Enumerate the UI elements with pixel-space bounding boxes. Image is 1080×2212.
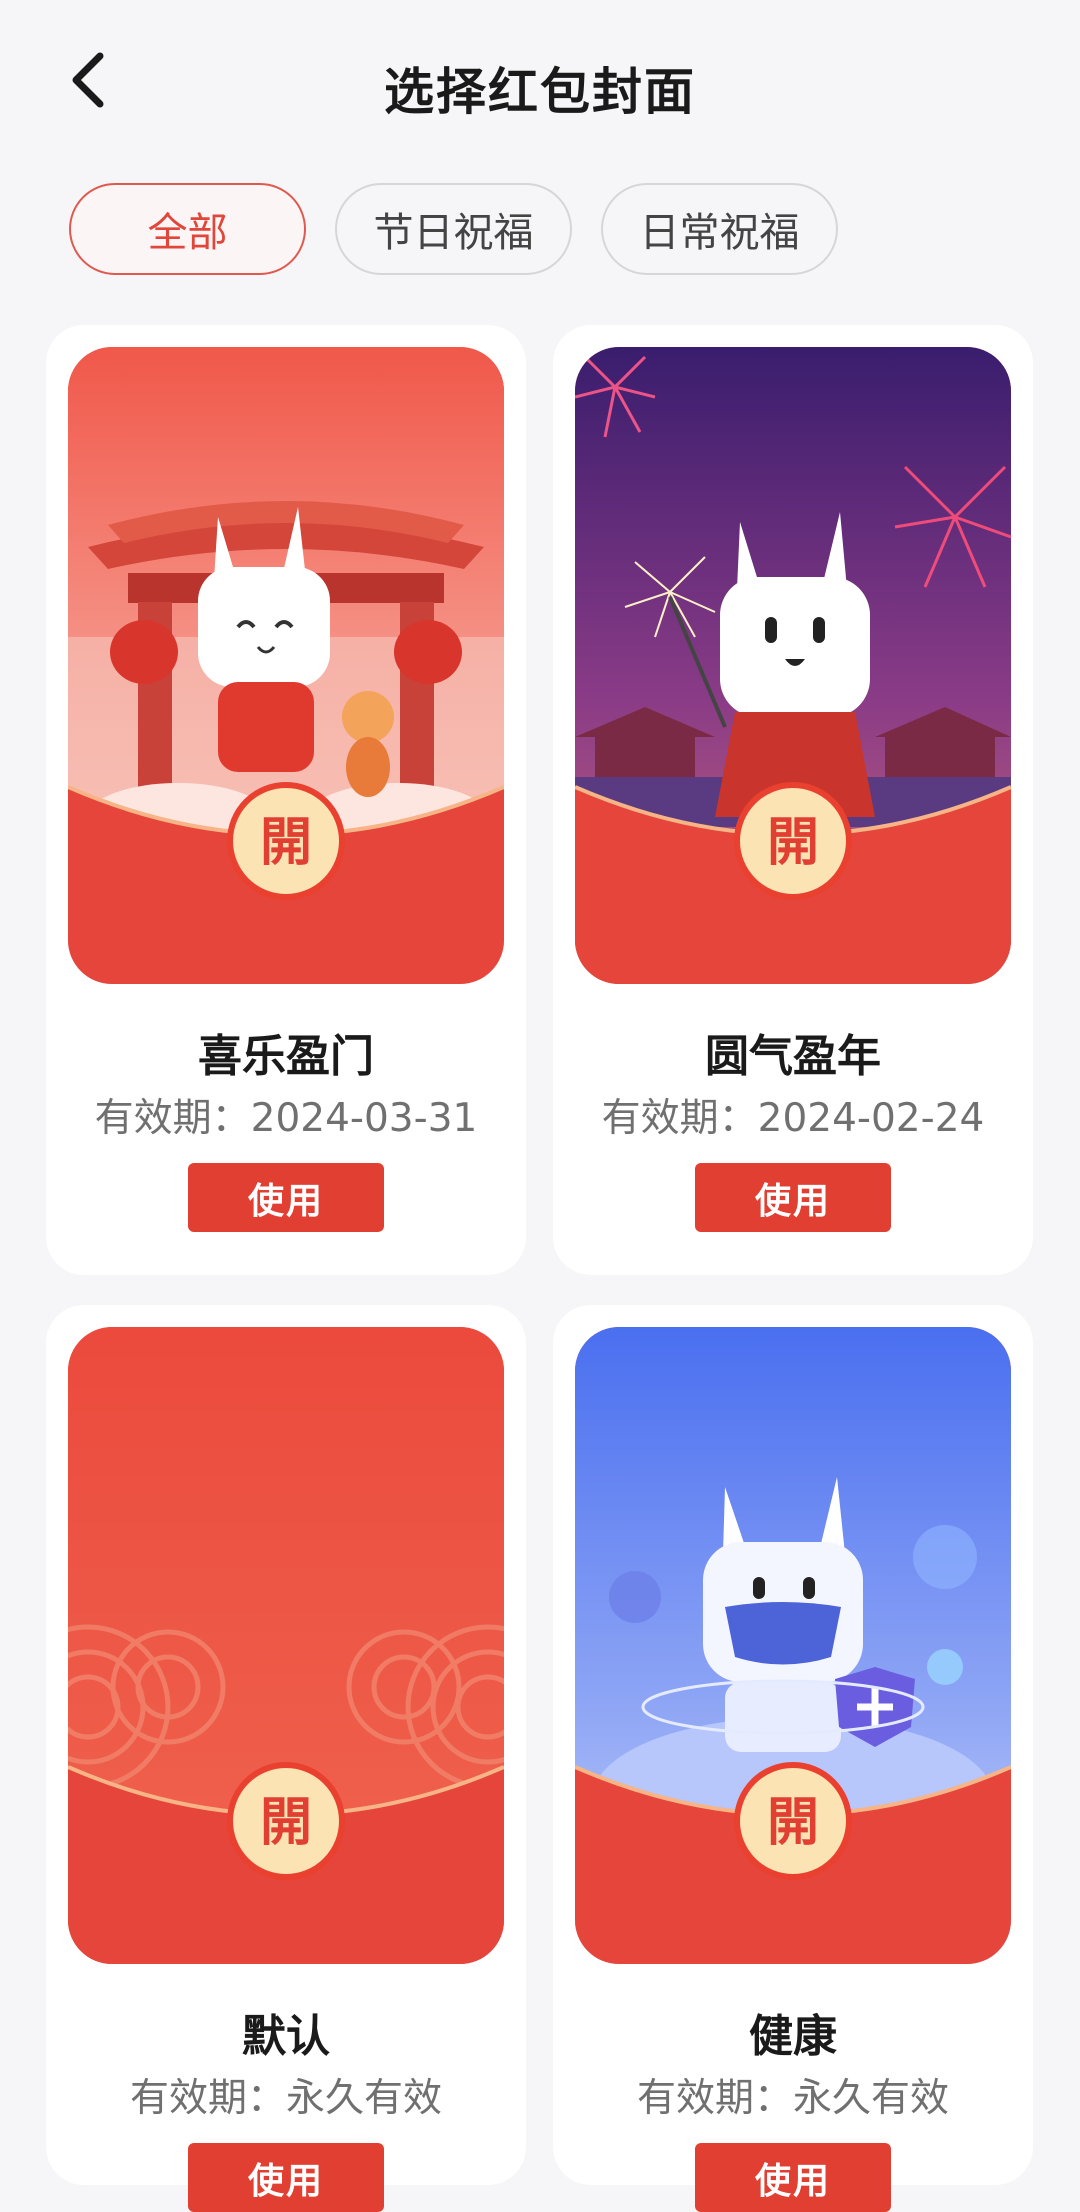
cover-card[interactable]: 開 圆气盈年 有效期：2024-02-24 使用	[553, 325, 1033, 1275]
cover-name: 喜乐盈门	[198, 1031, 374, 1082]
cover-name: 健康	[749, 2011, 837, 2062]
cover-validity: 有效期：永久有效	[636, 2076, 949, 2121]
open-seal-label: 開	[766, 1792, 819, 1853]
cover-name: 默认	[242, 2011, 330, 2062]
use-button[interactable]: 使用	[695, 2143, 891, 2212]
cover-validity: 有效期：2024-03-31	[94, 1096, 478, 1141]
header: 选择红包封面	[0, 0, 1080, 170]
open-seal-label: 開	[766, 812, 819, 873]
open-seal-label: 開	[259, 1792, 312, 1853]
page-title: 选择红包封面	[384, 63, 696, 121]
cover-card[interactable]: 開 喜乐盈门 有效期：2024-03-31 使用	[46, 325, 526, 1275]
use-button[interactable]: 使用	[188, 2143, 384, 2212]
tab-festival-blessings[interactable]: 节日祝福	[335, 183, 572, 275]
cover-image[interactable]: 開	[575, 1327, 1011, 1964]
cover-validity: 有效期：永久有效	[129, 2076, 442, 2121]
cover-card[interactable]: 開 默认 有效期：永久有效 使用	[46, 1305, 526, 2212]
tab-all[interactable]: 全部	[69, 183, 306, 275]
use-button[interactable]: 使用	[695, 1163, 891, 1232]
open-seal-label: 開	[259, 812, 312, 873]
cover-image[interactable]: 開	[68, 1327, 504, 1964]
cover-image[interactable]: 開	[575, 347, 1011, 984]
tab-daily-blessings[interactable]: 日常祝福	[601, 183, 838, 275]
cover-name: 圆气盈年	[705, 1031, 881, 1082]
cover-card[interactable]: 開 健康 有效期：永久有效 使用	[553, 1305, 1033, 2212]
cover-validity: 有效期：2024-02-24	[601, 1096, 985, 1141]
cover-image[interactable]: 開	[68, 347, 504, 984]
filter-tabs: 全部 节日祝福 日常祝福	[69, 183, 838, 275]
use-button[interactable]: 使用	[188, 1163, 384, 1232]
